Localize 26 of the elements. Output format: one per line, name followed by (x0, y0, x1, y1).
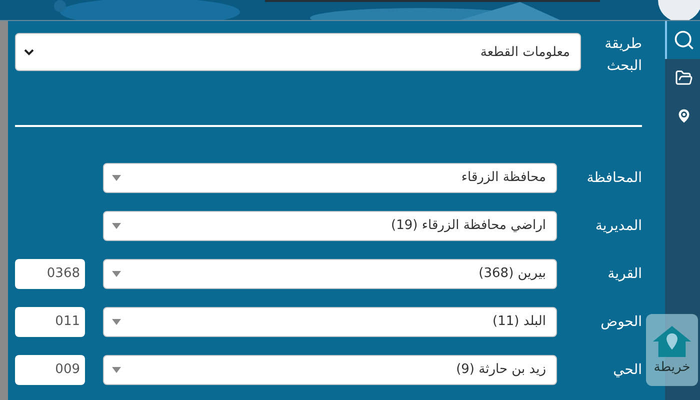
field-label: الحوض (600, 312, 642, 332)
house-pin-icon (652, 325, 692, 358)
field-label: المديرية (594, 216, 642, 236)
search-icon (672, 29, 694, 51)
chevron-icon (24, 48, 34, 56)
map-button[interactable]: خريطة (646, 314, 698, 386)
caret-icon (112, 366, 121, 373)
field-label: القرية (606, 264, 642, 284)
caret-icon (112, 222, 121, 229)
dropdown-field[interactable]: اراضي محافظة الزرقاء (19) (103, 210, 557, 241)
field-label: المحافظة (586, 168, 642, 188)
caret-icon (112, 318, 121, 325)
code-field[interactable]: 009 (15, 354, 85, 385)
search-method-label: طريقة البحث (604, 35, 642, 76)
field-label: الحي (612, 360, 642, 380)
search-method-select[interactable]: معلومات القطعة (15, 33, 581, 71)
folder-icon (674, 69, 692, 87)
caret-icon (112, 174, 121, 181)
code-field[interactable]: 0368 (15, 258, 85, 289)
dropdown-field[interactable]: بيرين (368) (103, 258, 557, 289)
sidebar-tab[interactable] (665, 21, 700, 59)
dropdown-field[interactable]: البلد (11) (103, 306, 557, 337)
code-field[interactable]: 011 (15, 306, 85, 337)
dropdown-field[interactable]: محافظة الزرقاء (103, 162, 557, 193)
caret-icon (112, 270, 121, 277)
dropdown-field[interactable]: زيد بن حارثة (9) (103, 354, 557, 385)
